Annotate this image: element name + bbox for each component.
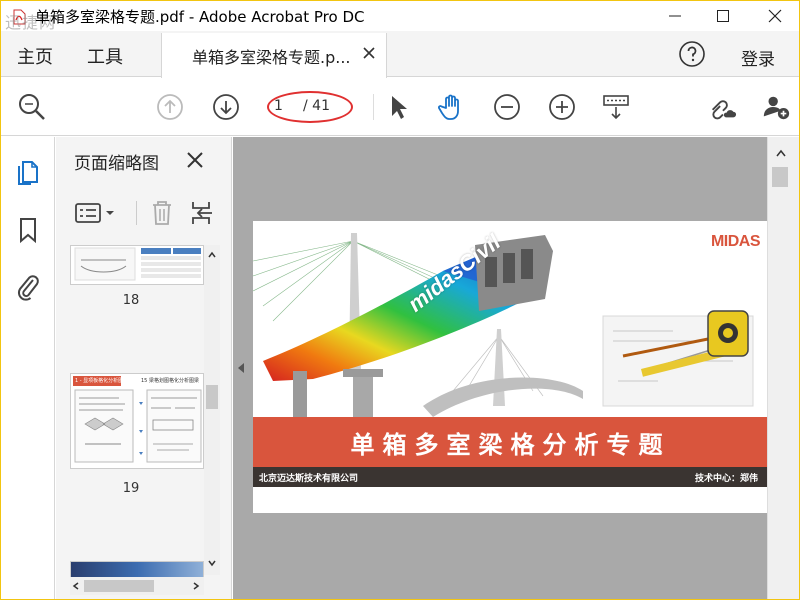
home-tab[interactable]: 主页 xyxy=(17,43,53,69)
arrow-up-circle-icon xyxy=(157,94,183,120)
options-menu-icon[interactable] xyxy=(74,201,118,225)
thumbnails-vertical-scrollbar[interactable] xyxy=(204,245,220,575)
insert-page-icon[interactable] xyxy=(190,199,218,227)
close-window-button[interactable] xyxy=(751,1,799,31)
close-tab-icon[interactable] xyxy=(362,46,376,60)
thumbnail-page-19[interactable]: 1 - 显项板格化分析图 15 梁格划图格化分析图梁 xyxy=(70,373,204,469)
menu-bar: 主页 工具 单箱多室梁格专题.p... 登录 xyxy=(1,31,799,78)
thumbnail-number-19: 19 xyxy=(122,481,140,496)
thumbnail-19-header: 1 - 显项板格化分析图 xyxy=(73,376,121,386)
thumbnails-horizontal-scrollbar[interactable] xyxy=(70,577,204,595)
pages-icon xyxy=(18,161,38,185)
thumbnails-toolbar xyxy=(56,187,232,237)
document-tab[interactable]: 单箱多室梁格专题.p... xyxy=(161,33,387,78)
title-bar: 迅捷网 单箱多室梁格专题.pdf - Adobe Acrobat Pro DC xyxy=(1,1,799,32)
scroll-left-icon[interactable] xyxy=(72,582,80,590)
minimize-button[interactable] xyxy=(651,1,699,31)
share-link-button[interactable] xyxy=(707,92,737,122)
maximize-button[interactable] xyxy=(699,1,747,31)
total-pages: / 41 xyxy=(303,98,330,114)
attachments-button[interactable] xyxy=(13,271,43,301)
page-navigator: 1 / 41 xyxy=(267,91,353,123)
zoom-out-button[interactable] xyxy=(492,92,522,122)
thumbnails-pane: 页面缩略图 18 1 - 显项板格化分析图 15 梁格划图格化分析图梁 19 xyxy=(56,137,232,599)
thumbnails-list: 18 1 - 显项板格化分析图 15 梁格划图格化分析图梁 19 xyxy=(56,245,206,581)
hand-icon xyxy=(438,94,459,120)
select-tool-button[interactable] xyxy=(383,92,413,122)
next-page-button[interactable] xyxy=(211,92,241,122)
zoom-search-button[interactable] xyxy=(17,92,47,122)
thumbnail-page-18[interactable] xyxy=(70,245,204,285)
thumbnail-number-18: 18 xyxy=(122,293,140,308)
thumbnail-18-preview xyxy=(74,247,201,281)
toolbar: 1 / 41 xyxy=(1,78,799,136)
thumbnail-19-preview xyxy=(74,389,202,463)
thumbnail-19-header-bar: 1 - 显项板格化分析图 15 梁格划图格化分析图梁 xyxy=(71,376,203,386)
pdf-page: MIDAS midasCivil 单箱多室梁格分析专题 北京迈达斯技术有限公司 … xyxy=(253,221,768,513)
scroll-down-icon[interactable] xyxy=(208,559,216,567)
help-icon[interactable] xyxy=(678,40,706,68)
title-banner: 单箱多室梁格分析专题 xyxy=(253,417,768,467)
document-vertical-scrollbar[interactable] xyxy=(767,137,799,599)
scroll-right-icon[interactable] xyxy=(192,582,200,590)
add-user-button[interactable] xyxy=(761,92,791,122)
minus-circle-icon xyxy=(494,94,520,120)
link-cloud-icon xyxy=(711,100,737,120)
current-page-input[interactable]: 1 xyxy=(274,98,298,118)
close-icon xyxy=(768,9,782,23)
cursor-arrow-icon xyxy=(392,96,407,119)
minimize-icon xyxy=(669,15,681,17)
toolbar-divider xyxy=(373,94,374,120)
paperclip-icon xyxy=(17,275,39,301)
thumbnail-19-subheader: 15 梁格划图格化分析图梁 xyxy=(141,378,199,384)
page-thumbnails-button[interactable] xyxy=(13,157,43,187)
collapse-pane-arrow-icon[interactable] xyxy=(235,361,247,375)
navigation-rail xyxy=(1,137,55,599)
page-footer: 北京迈达斯技术有限公司 技术中心：郑伟 xyxy=(253,467,768,487)
tools-tab[interactable]: 工具 xyxy=(87,43,123,69)
scroll-up-icon[interactable] xyxy=(208,251,216,259)
window-title: 单箱多室梁格专题.pdf - Adobe Acrobat Pro DC xyxy=(35,8,365,26)
acrobat-window: 迅捷网 单箱多室梁格专题.pdf - Adobe Acrobat Pro DC … xyxy=(0,0,800,600)
previous-page-button[interactable] xyxy=(155,92,185,122)
doc-scroll-up-icon[interactable] xyxy=(776,149,786,157)
zoom-in-button[interactable] xyxy=(547,92,577,122)
maximize-icon xyxy=(717,10,729,22)
document-title: 单箱多室梁格分析专题 xyxy=(350,431,671,459)
bookmark-icon xyxy=(20,218,36,244)
search-icon xyxy=(19,94,45,120)
company-name: 北京迈达斯技术有限公司 xyxy=(259,474,359,484)
bridge-cover-illustration xyxy=(253,233,754,417)
close-pane-icon[interactable] xyxy=(186,151,204,169)
midas-logo: MIDAS xyxy=(710,233,761,250)
bookmarks-button[interactable] xyxy=(13,215,43,245)
keyboard-icon xyxy=(603,95,629,120)
plus-circle-icon xyxy=(549,94,575,120)
thumbnails-scroll-thumb[interactable] xyxy=(206,385,218,409)
horizontal-scroll-thumb[interactable] xyxy=(84,580,154,592)
author-credit: 技术中心：郑伟 xyxy=(694,474,758,484)
login-link[interactable]: 登录 xyxy=(741,45,775,70)
thumbnails-title: 页面缩略图 xyxy=(74,154,159,174)
keyboard-input-button[interactable] xyxy=(601,92,631,122)
add-user-icon xyxy=(763,96,790,120)
trash-icon[interactable] xyxy=(150,199,174,227)
arrow-down-circle-icon xyxy=(213,94,239,120)
hand-tool-button[interactable] xyxy=(437,92,467,122)
document-scroll-thumb[interactable] xyxy=(772,167,788,187)
tools-divider xyxy=(136,201,137,225)
document-tab-label: 单箱多室梁格专题.p... xyxy=(192,48,351,67)
